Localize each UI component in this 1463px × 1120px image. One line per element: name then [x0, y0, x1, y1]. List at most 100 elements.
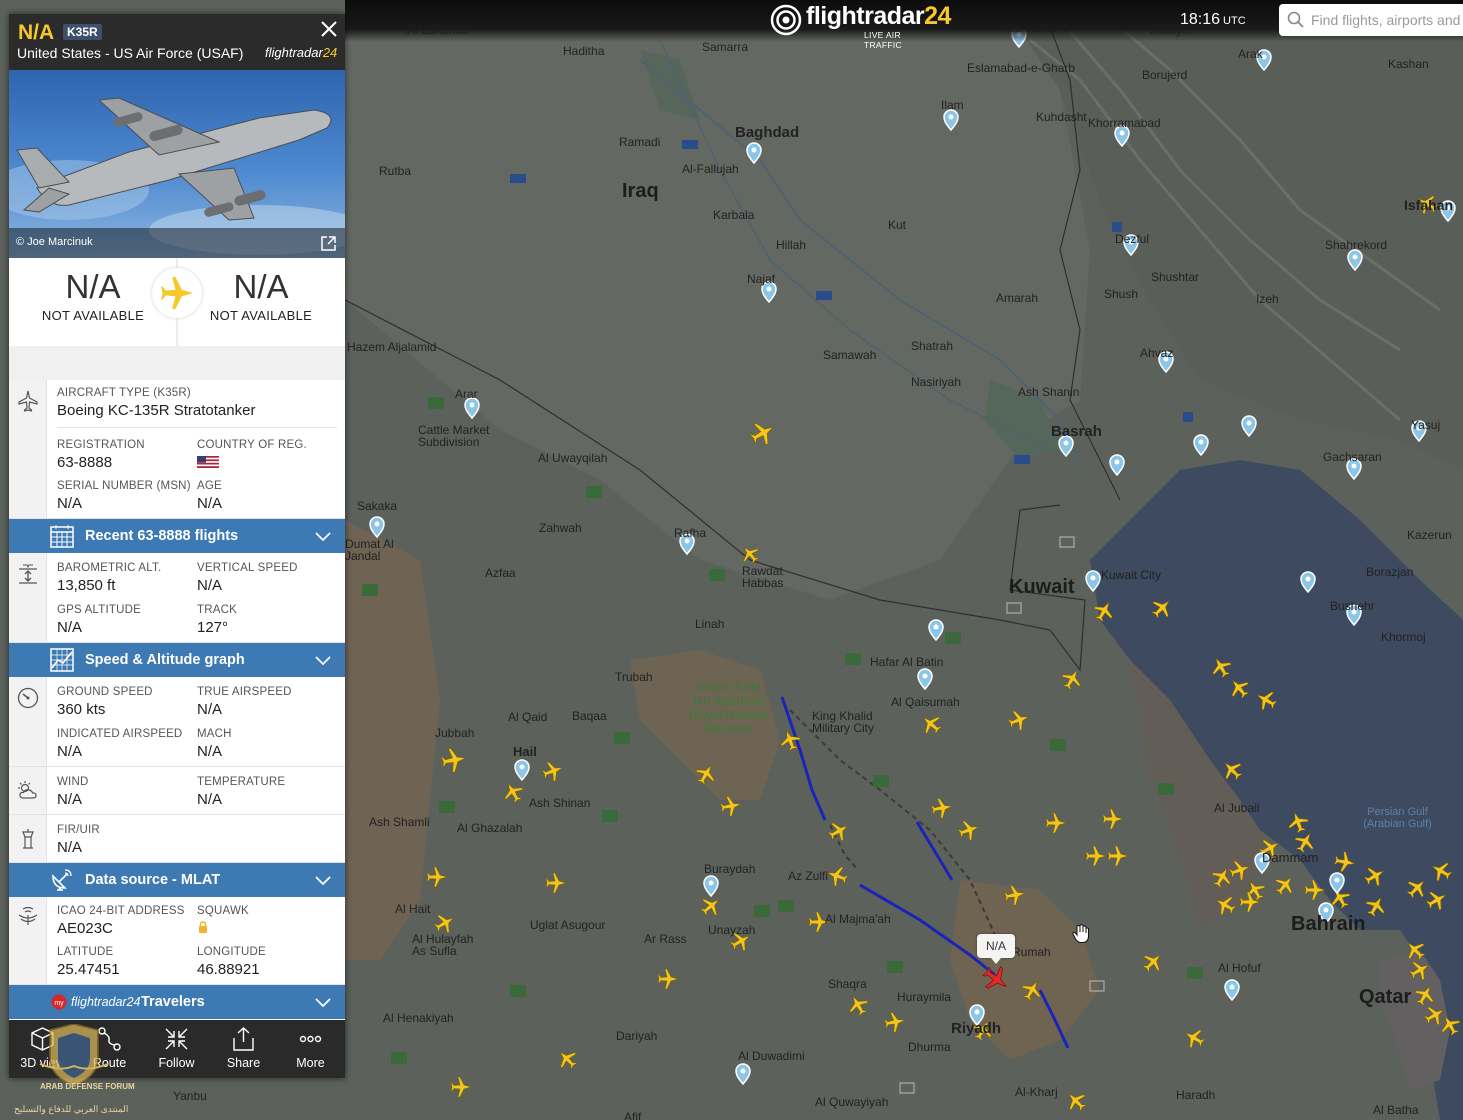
wind-label: WIND — [57, 776, 89, 788]
fir-section: FIR/UIR N/A — [9, 815, 345, 863]
search-input[interactable] — [1311, 4, 1463, 36]
operator-name: United States - US Air Force (USAF) — [17, 45, 244, 61]
track-value: 127° — [197, 619, 229, 636]
data-source-section: ICAO 24-BIT ADDRESS AE023C SQUAWK LATITU… — [9, 897, 345, 985]
indicated-airspeed-value: N/A — [57, 743, 83, 760]
calendar-icon — [50, 525, 74, 548]
temperature-value: N/A — [197, 791, 223, 808]
gps-alt-value: N/A — [57, 619, 83, 636]
logo-brand-name: flightradar — [806, 2, 925, 30]
weather-section: WIND N/A TEMPERATURE N/A — [9, 767, 345, 815]
flight-details-panel: N/A K35R United States - US Air Force (U… — [9, 14, 345, 1078]
panel-brand-name: flightradar — [265, 45, 323, 60]
origin-name: NOT AVAILABLE — [41, 308, 145, 323]
msn-value: N/A — [57, 495, 83, 512]
mach-value: N/A — [197, 743, 223, 760]
ground-speed-label: GROUND SPEED — [57, 686, 153, 698]
follow-button[interactable]: Follow — [143, 1020, 210, 1078]
satellite-dish-icon — [52, 869, 72, 891]
destination-code[interactable]: N/A — [177, 268, 345, 306]
travelers-brand: flightradar24 — [71, 995, 141, 1009]
chevron-down-icon — [315, 998, 331, 1008]
aircraft-type-value: Boeing KC-135R Stratotanker — [57, 402, 256, 419]
true-airspeed-label: TRUE AIRSPEED — [197, 686, 292, 698]
share-label: Share — [226, 1056, 261, 1070]
gps-alt-label: GPS ALTITUDE — [57, 604, 141, 616]
more-icon — [299, 1035, 322, 1043]
travelers-title: Travelers — [141, 994, 205, 1010]
vertical-speed-value: N/A — [197, 577, 223, 594]
travelers-toggle[interactable]: my flightradar24 Travelers — [9, 985, 345, 1019]
chevron-down-icon — [315, 656, 331, 666]
baro-alt-label: BAROMETRIC ALT. — [57, 562, 162, 574]
registration-label: REGISTRATION — [57, 439, 145, 451]
search-box[interactable] — [1279, 4, 1463, 36]
latitude-value: 25.47451 — [57, 961, 120, 978]
clock-time: 18:16 — [1180, 11, 1221, 28]
fir-label: FIR/UIR — [57, 824, 100, 836]
chevron-down-icon — [315, 532, 331, 542]
more-button[interactable]: More — [277, 1020, 344, 1078]
us-flag-icon — [197, 456, 219, 468]
logo-tagline: LIVE AIR TRAFFIC — [864, 30, 902, 50]
watermark-line2: المنتدى العربي للدفاع والتسليح — [14, 1104, 129, 1114]
icao-label: ICAO 24-BIT ADDRESS — [57, 905, 185, 917]
external-link-icon[interactable] — [320, 235, 337, 252]
hand-cursor-icon — [1072, 924, 1089, 943]
longitude-label: LONGITUDE — [197, 946, 266, 958]
speed-graph-toggle[interactable]: Speed & Altitude graph — [9, 643, 345, 677]
flight-callsign: N/A — [18, 21, 55, 44]
altitude-section: BAROMETRIC ALT. 13,850 ft VERTICAL SPEED… — [9, 553, 345, 643]
follow-icon — [165, 1028, 188, 1050]
lock-icon — [199, 921, 207, 933]
speedometer-icon — [17, 687, 39, 709]
squawk-label: SQUAWK — [197, 905, 249, 917]
destination-name: NOT AVAILABLE — [209, 308, 313, 323]
close-icon[interactable] — [320, 20, 338, 38]
antenna-signal-icon — [18, 906, 38, 925]
altitude-icon — [19, 564, 37, 584]
share-icon — [233, 1027, 254, 1051]
longitude-value: 46.88921 — [197, 961, 260, 978]
icao-value: AE023C — [57, 920, 113, 937]
indicated-airspeed-label: INDICATED AIRSPEED — [57, 728, 183, 740]
my-fr24-icon: my — [51, 994, 67, 1010]
airplane-icon — [18, 390, 38, 412]
chevron-down-icon — [315, 876, 331, 886]
registration-value[interactable]: 63-8888 — [57, 454, 112, 471]
watermark-line1: ARAB DEFENSE FORUM — [40, 1082, 135, 1091]
msn-label: SERIAL NUMBER (MSN) — [57, 480, 191, 492]
aircraft-type-label: AIRCRAFT TYPE (K35R) — [57, 387, 191, 399]
weather-icon — [18, 781, 37, 799]
photo-credit[interactable]: © Joe Marcinuk — [16, 236, 93, 248]
speed-graph-title: Speed & Altitude graph — [85, 652, 245, 668]
svg-text:my: my — [54, 1000, 64, 1007]
panel-header: N/A K35R United States - US Air Force (U… — [9, 14, 345, 70]
wind-value: N/A — [57, 791, 83, 808]
temperature-label: TEMPERATURE — [197, 776, 286, 788]
clock-zone: UTC — [1223, 15, 1246, 27]
vertical-speed-label: VERTICAL SPEED — [197, 562, 298, 574]
selected-aircraft-tag[interactable]: N/A — [977, 934, 1015, 964]
more-label: More — [296, 1056, 325, 1070]
route-summary: N/A NOT AVAILABLE N/A NOT AVAILABLE — [9, 258, 345, 346]
logo-brand-number: 24 — [924, 2, 951, 30]
data-source-toggle[interactable]: Data source - MLAT — [9, 863, 345, 897]
panel-brand: flightradar24 — [265, 45, 337, 60]
country-label: COUNTRY OF REG. — [197, 439, 307, 451]
share-button[interactable]: Share — [210, 1020, 277, 1078]
data-source-title: Data source - MLAT — [85, 872, 221, 888]
recent-flights-title: Recent 63-8888 flights — [85, 528, 239, 544]
mach-label: MACH — [197, 728, 232, 740]
flightradar24-logo[interactable]: flightradar24 LIVE AIR TRAFFIC — [770, 2, 951, 50]
progress-area — [9, 346, 345, 380]
recent-flights-toggle[interactable]: Recent 63-8888 flights — [9, 519, 345, 553]
aircraft-info-section: AIRCRAFT TYPE (K35R) Boeing KC-135R Stra… — [9, 380, 345, 519]
radar-logo-icon — [770, 4, 802, 36]
search-icon — [1287, 11, 1304, 28]
age-label: AGE — [197, 480, 222, 492]
panel-brand-number: 24 — [322, 45, 338, 60]
follow-label: Follow — [158, 1056, 195, 1070]
utc-clock: 18:16 UTC — [1180, 11, 1246, 29]
graph-icon — [50, 648, 74, 672]
